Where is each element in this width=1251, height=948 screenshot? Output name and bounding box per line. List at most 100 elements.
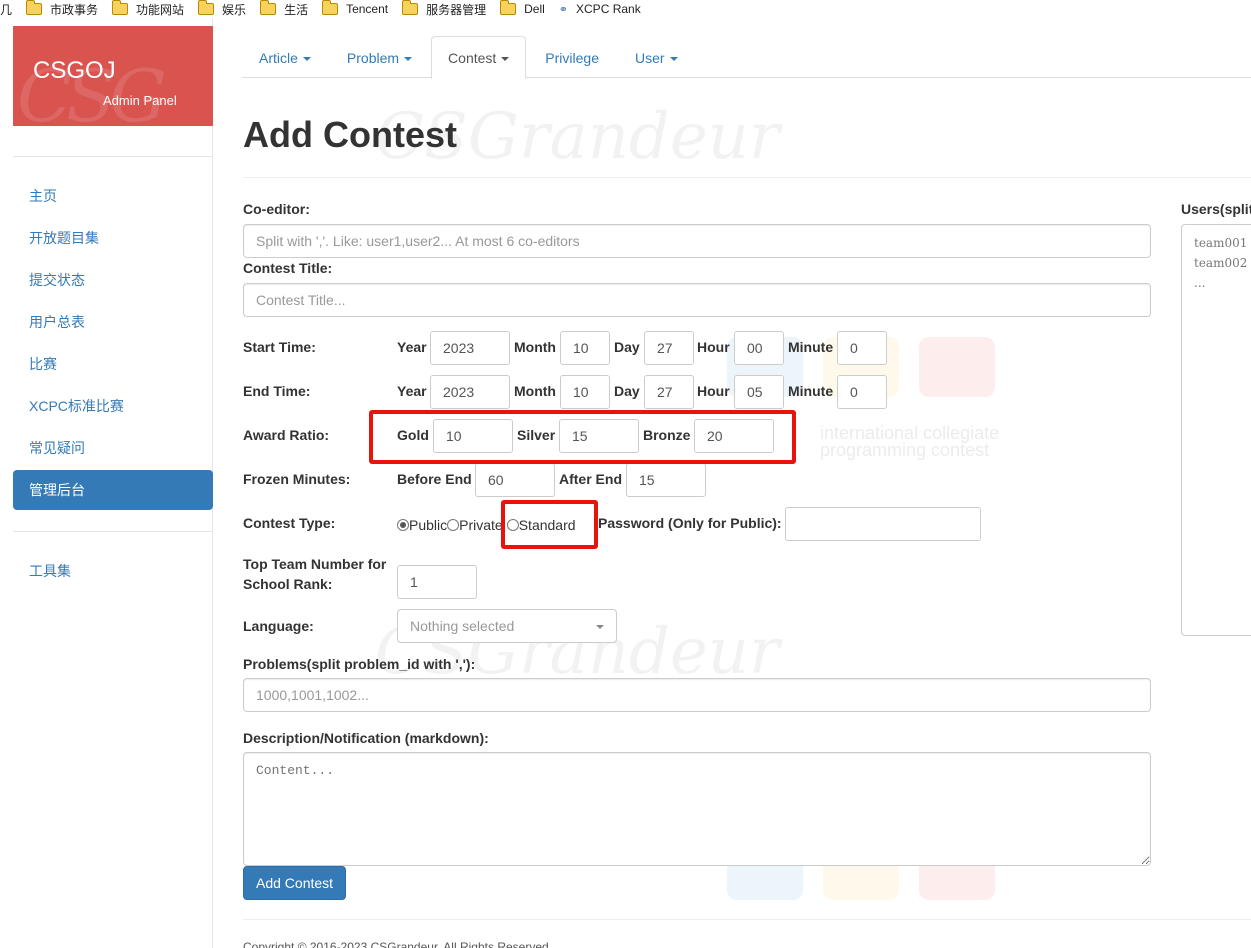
caret-down-icon [404,57,413,62]
sidebar-item[interactable]: 管理后台 [13,470,213,510]
title-divider [243,177,1251,178]
language-select[interactable]: Nothing selected [397,609,617,643]
folder-icon [25,0,43,15]
icpc-watermark-line: programming contest [820,440,990,460]
radio-button-icon[interactable] [447,519,460,531]
tab-label: User [635,50,665,66]
tab-problem[interactable]: Problem [330,36,429,78]
folder-icon [111,0,129,15]
radio-button-icon[interactable] [397,519,409,531]
bookmark-item[interactable]: 功能网站 [111,0,185,18]
bookmark-label: XCPC Rank [576,2,641,16]
top-team-label-line: School Rank: [243,576,333,592]
before-end-input[interactable]: 60 [475,463,555,497]
chevron-down-icon [596,625,604,629]
sidebar-item[interactable]: 开放题目集 [13,218,213,258]
problems-input[interactable]: 1000,1001,1002... [243,678,1151,712]
end-month-input[interactable]: 10 [560,375,610,409]
coeditor-input[interactable]: Split with ','. Like: user1,user2... At … [243,224,1151,258]
sidebar-item[interactable]: 提交状态 [13,260,213,300]
bookmark-label: 市政事务 [50,2,99,17]
start-day-input[interactable]: 27 [644,331,694,365]
bookmark-item[interactable]: Tencent [321,0,389,16]
radio-public-label: Public [409,517,448,533]
after-end-input[interactable]: 15 [626,463,706,497]
bookmark-label: 功能网站 [136,2,185,17]
users-label: Users(split [1181,201,1251,217]
tab-privilege[interactable]: Privilege [528,36,616,78]
bookmark-item[interactable]: 几 [0,1,12,18]
bookmark-label: 娱乐 [222,2,247,17]
bookmark-item[interactable]: ⚭ XCPC Rank [559,2,641,16]
tab-label: Article [259,50,298,66]
end-year-input[interactable]: 2023 [430,375,510,409]
frozen-minutes-label: Frozen Minutes: [243,471,351,487]
tab-article[interactable]: Article [242,36,328,78]
description-label: Description/Notification (markdown): [243,730,489,746]
start-month-input[interactable]: 10 [560,331,610,365]
icpc-watermark-text: international collegiate programming cont… [820,424,999,460]
start-time-label: Start Time: [243,339,316,355]
password-input[interactable] [785,507,981,541]
radio-private-label: Private [459,517,503,533]
users-placeholder-line: team001 [1194,236,1248,250]
page-title: Add Contest [243,114,457,155]
coeditor-label: Co-editor: [243,201,310,217]
caret-down-icon [501,57,510,62]
start-year-input[interactable]: 2023 [430,331,510,365]
sidebar-tools: 工具集 [13,551,213,593]
bookmark-label: 服务器管理 [426,2,487,17]
folder-icon [321,0,339,15]
radio-public[interactable]: Public [397,517,447,533]
sidebar: CSG CSGOJ Admin Panel 主页 开放题目集 提交状态 用户总表 比赛 X… [0,18,213,948]
brand-logo[interactable]: CSG CSGOJ Admin Panel [13,26,213,126]
footer-copyright: Copyright © 2016-2023 CSGrandeur. All Ri… [243,940,553,948]
bookmark-bar: 几 市政事务 功能网站 娱乐 生活 Tencent 服务器管理 Dell ⚭ XCPC Rank [0,0,1251,18]
award-ratio-label: Award Ratio: [243,427,330,443]
bookmark-item[interactable]: 服务器管理 [401,0,487,18]
sidebar-item[interactable]: 用户总表 [13,302,213,342]
tab-contest[interactable]: Contest [431,36,527,79]
start-year-label: Year [397,339,427,355]
top-team-input[interactable]: 1 [397,565,477,599]
start-month-label: Month [514,339,556,355]
link-icon: ⚭ [558,3,569,16]
end-hour-input[interactable]: 05 [734,375,784,409]
start-minute-input[interactable]: 0 [837,331,887,365]
end-year-label: Year [397,383,427,399]
sidebar-item-tools[interactable]: 工具集 [13,551,213,591]
bookmark-label: 几 [0,2,13,17]
folder-icon [197,0,215,15]
bookmark-item[interactable]: 生活 [259,0,308,18]
after-end-label: After End [559,471,622,487]
password-label: Password (Only for Public): [598,515,782,531]
contest-title-label: Contest Title: [243,260,333,276]
sidebar-item[interactable]: 主页 [13,176,213,216]
contest-title-input[interactable]: Contest Title... [243,283,1151,317]
sidebar-item[interactable]: 比赛 [13,344,213,384]
end-month-label: Month [514,383,556,399]
sidebar-item[interactable]: 常见疑问 [13,428,213,468]
sidebar-divider [13,156,213,157]
bookmark-item[interactable]: 娱乐 [197,0,247,18]
sidebar-item[interactable]: XCPC标准比赛 [13,386,213,426]
tab-user[interactable]: User [618,36,695,78]
radio-private[interactable]: Private [447,517,503,533]
bookmark-item[interactable]: 市政事务 [25,0,99,18]
brand-subtitle: Admin Panel [103,93,177,108]
brand-title: CSGOJ [33,57,116,84]
description-textarea[interactable] [243,752,1151,866]
bookmark-item[interactable]: Dell [499,0,545,16]
folder-icon [259,0,277,15]
start-hour-input[interactable]: 00 [734,331,784,365]
top-team-label-line: Top Team Number for [243,556,387,572]
problems-label: Problems(split problem_id with ','): [243,656,476,672]
add-contest-button[interactable]: Add Contest [243,866,347,900]
contest-type-label: Contest Type: [243,515,336,531]
users-textarea[interactable]: team001 team002 ... [1181,224,1251,636]
bookmark-label: Tencent [346,2,389,16]
end-minute-input[interactable]: 0 [837,375,887,409]
end-day-input[interactable]: 27 [644,375,694,409]
tab-label: Contest [448,50,497,66]
end-minute-label: Minute [788,383,834,399]
